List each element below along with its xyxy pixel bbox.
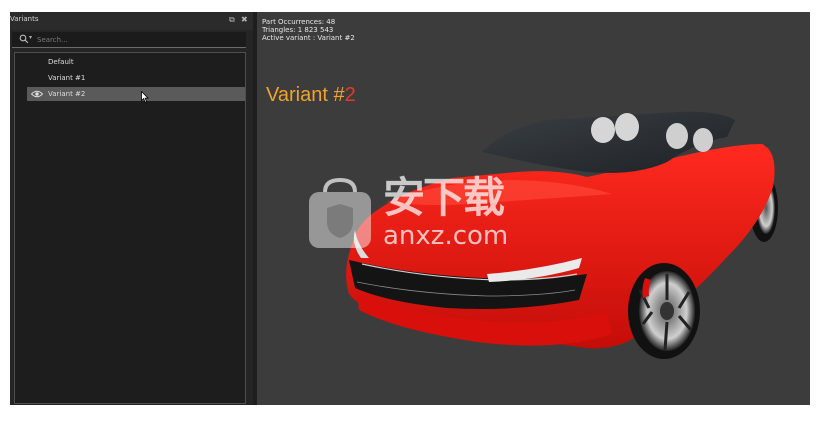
close-icon[interactable]: ✖	[241, 14, 248, 26]
stat-part-occurrences: Part Occurrences: 48	[262, 18, 336, 26]
popout-icon[interactable]: ⧉	[229, 14, 235, 26]
3d-viewport[interactable]: Part Occurrences: 48 Triangles: 1 823 54…	[257, 12, 810, 405]
variants-panel: Variants ⧉ ✖ ▾ Default Variant #1	[10, 12, 253, 405]
list-item-default[interactable]: Default	[27, 55, 245, 69]
watermark: 安下载 anxz.com	[305, 174, 535, 254]
variants-list: Default Variant #1 Variant #2	[14, 52, 246, 404]
active-variant-label: Variant #2	[266, 84, 356, 107]
app-window: Variants ⧉ ✖ ▾ Default Variant #1	[10, 12, 810, 405]
shield-bag-icon	[309, 177, 371, 248]
panel-header: Variants ⧉ ✖	[10, 12, 253, 30]
active-variant-prefix: Variant #	[266, 84, 345, 106]
stat-triangles: Triangles: 1 823 543	[262, 26, 334, 34]
search-icon[interactable]	[19, 34, 29, 44]
list-item-label: Variant #2	[48, 90, 86, 98]
watermark-text: 安下载 anxz.com	[383, 173, 509, 251]
mouse-cursor-icon	[141, 91, 149, 103]
search-input[interactable]	[37, 32, 237, 47]
search-box: ▾	[12, 32, 246, 48]
list-item-variant-1[interactable]: Variant #1	[27, 71, 245, 85]
active-variant-number: 2	[344, 84, 356, 106]
search-filter-caret-icon[interactable]: ▾	[29, 34, 32, 41]
list-item-label: Variant #1	[48, 74, 86, 82]
watermark-url: anxz.com	[383, 221, 509, 251]
list-item-label: Default	[48, 58, 74, 66]
scene-stats: Part Occurrences: 48 Triangles: 1 823 54…	[262, 18, 355, 42]
list-item-variant-2[interactable]: Variant #2	[27, 87, 245, 101]
stat-active-variant: Active variant : Variant #2	[262, 34, 355, 42]
eye-icon[interactable]	[31, 90, 43, 98]
panel-title: Variants	[10, 15, 39, 23]
watermark-chinese: 安下载	[383, 173, 505, 222]
